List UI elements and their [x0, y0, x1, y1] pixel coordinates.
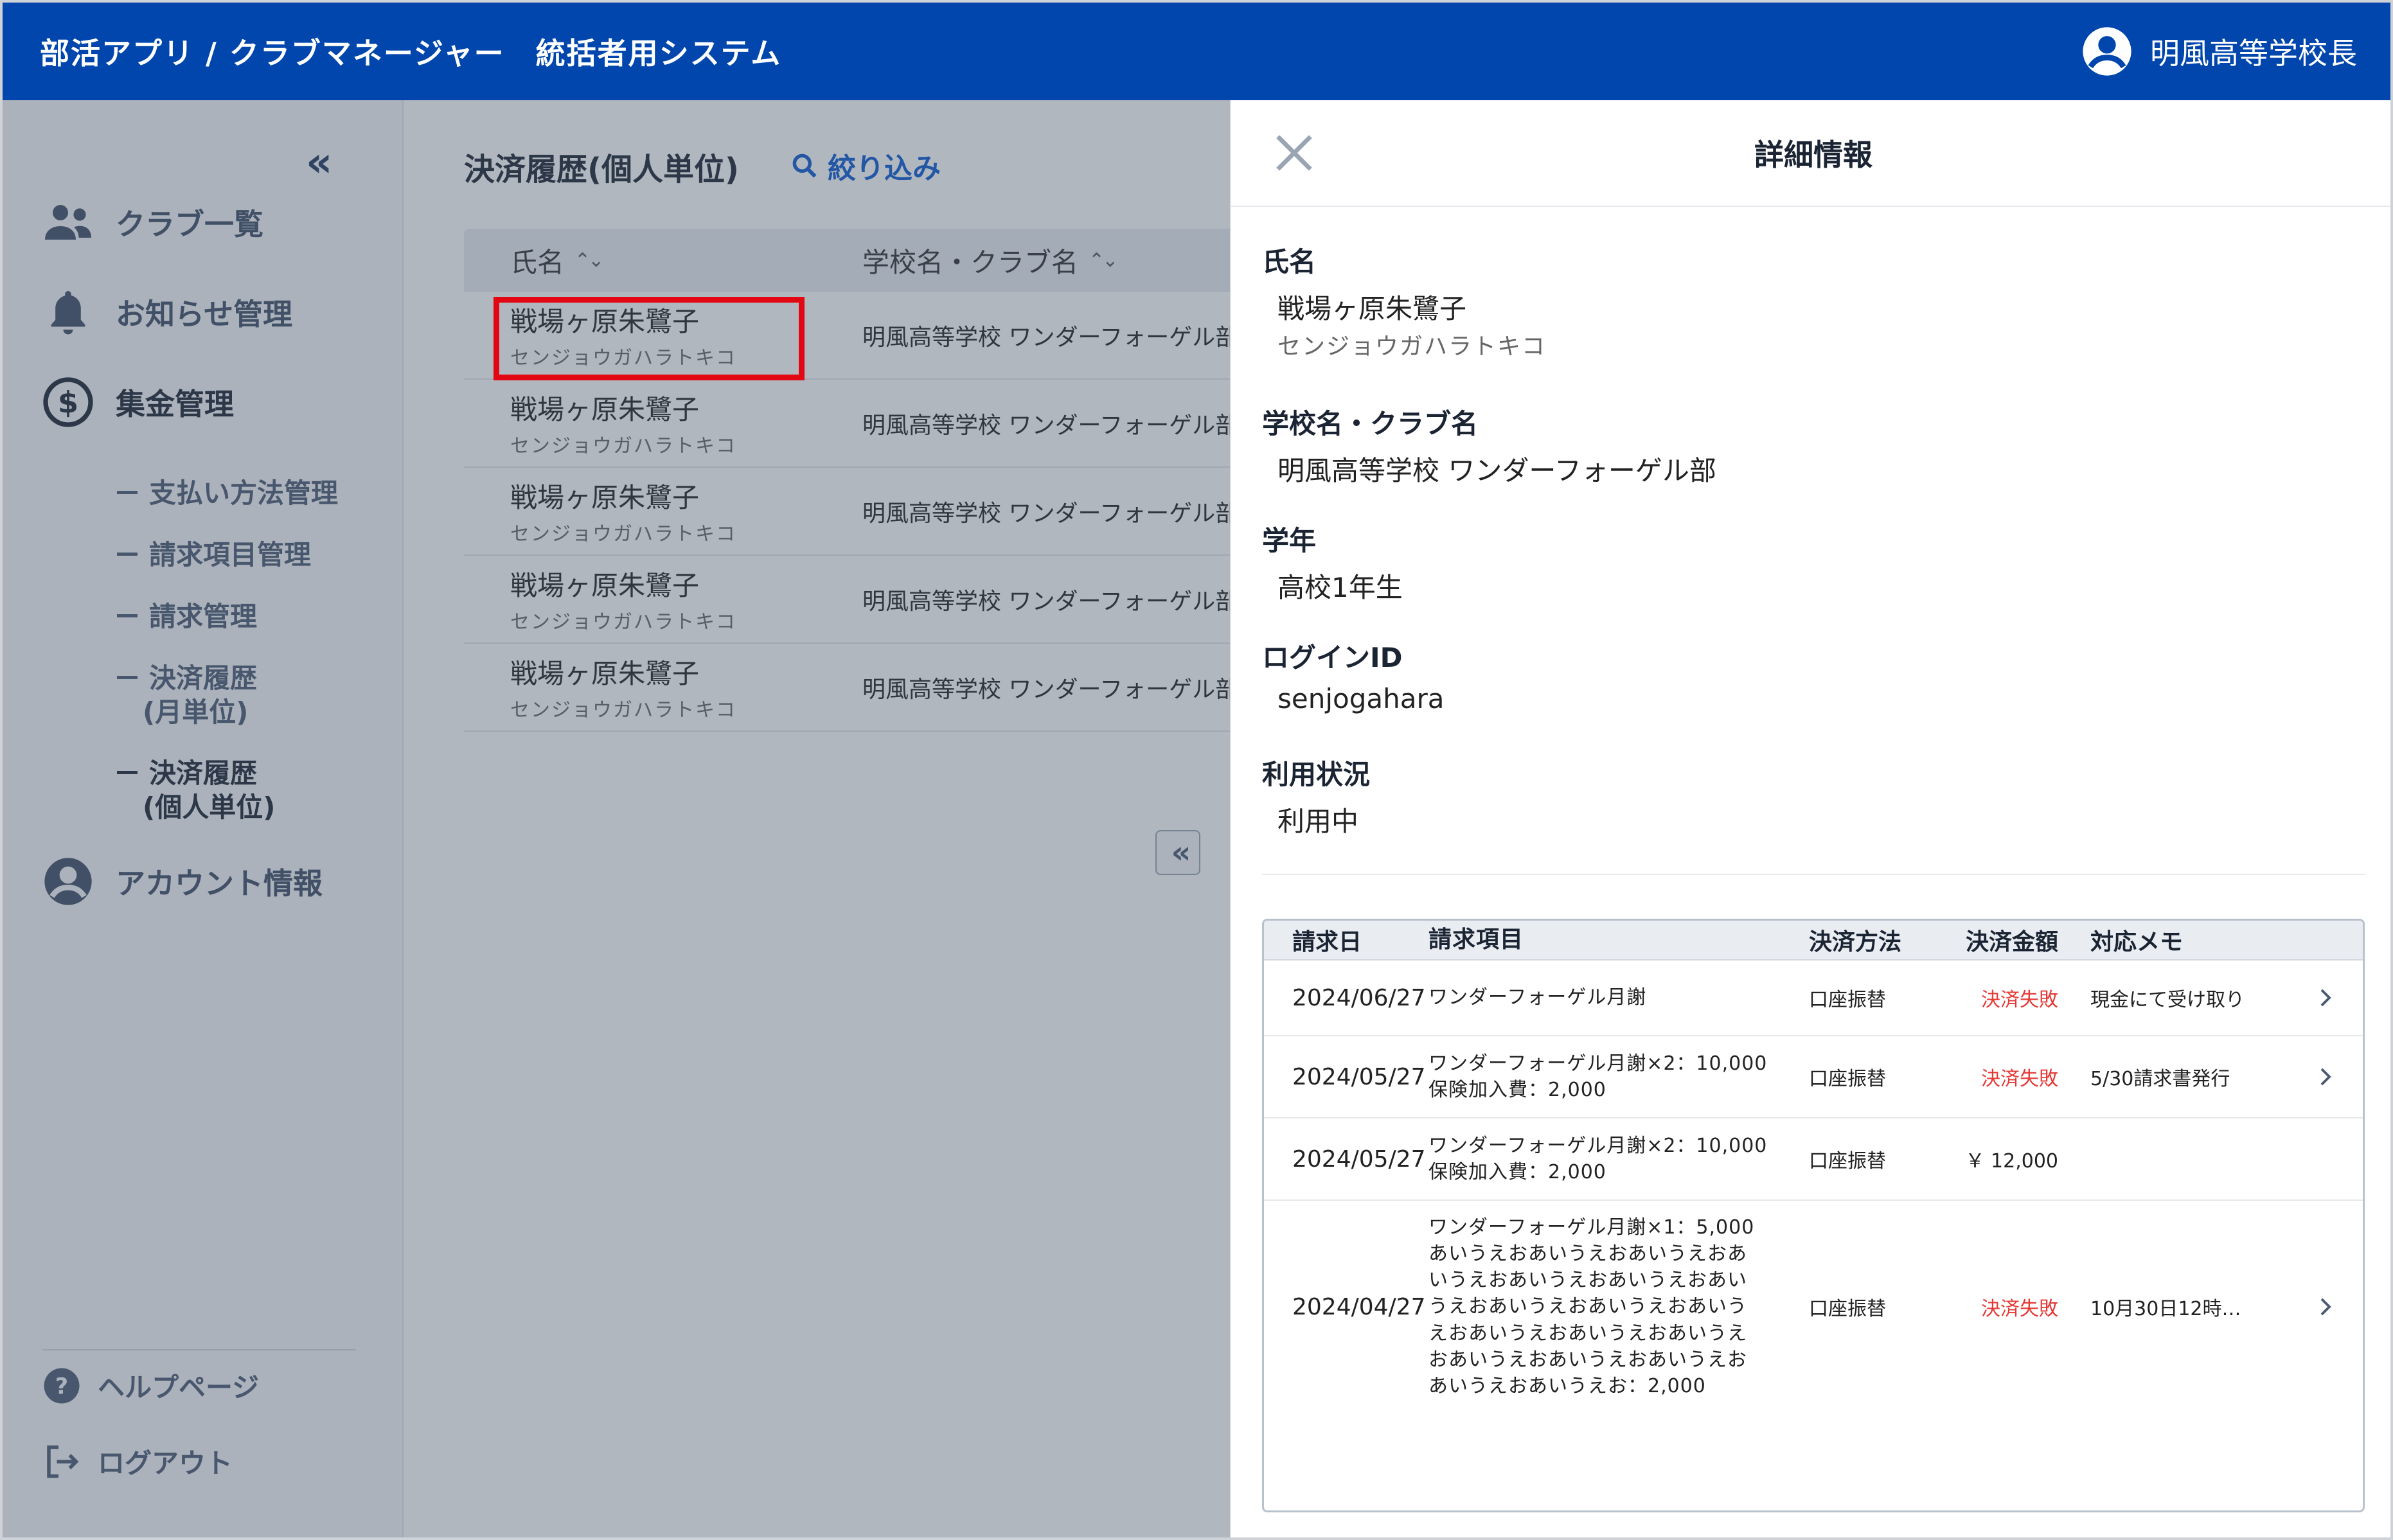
user-avatar-icon [2083, 27, 2131, 76]
app-title: 部活アプリ / クラブマネージャー 統括者用システム [40, 36, 782, 71]
payment-row[interactable]: 2024/05/27 ワンダーフォーゲル月謝×2：10,000 保険加入費：2,… [1264, 1036, 2363, 1119]
payment-row[interactable]: 2024/06/27 ワンダーフォーゲル月謝 口座振替 決済失敗 現金にて受け取… [1264, 960, 2363, 1036]
close-icon[interactable] [1270, 128, 1319, 177]
column-date: 請求日 [1292, 929, 1362, 955]
field-value: 利用中 [1277, 806, 1359, 837]
payment-method: 口座振替 [1809, 1068, 1886, 1090]
payment-item: ワンダーフォーゲル月謝×2：10,000 保険加入費：2,000 [1428, 1134, 1768, 1183]
detail-drawer: 詳細情報 氏名 戦場ヶ原朱鷺子 センジョウガハラトキコ 学校名・クラブ名 明風高… [1230, 100, 2390, 1537]
payment-date: 2024/04/27 [1292, 1293, 1426, 1320]
payment-method: 口座振替 [1809, 1298, 1886, 1320]
user-menu[interactable]: 明風高等学校長 [2081, 25, 2357, 78]
top-header: 部活アプリ / クラブマネージャー 統括者用システム 明風高等学校長 [3, 3, 2390, 100]
field-grade: 学年 高校1年生 [1262, 519, 1403, 605]
payment-amount: 決済失敗 [1981, 1298, 2058, 1320]
field-label: 学年 [1262, 525, 1317, 556]
payment-method: 口座振替 [1809, 1150, 1886, 1173]
payment-item: ワンダーフォーゲル月謝×1：5,000 あいうえおあいうえおあいうえおあ いうえ… [1428, 1216, 1755, 1397]
field-status: 利用状況 利用中 [1262, 753, 1370, 839]
payment-item: ワンダーフォーゲル月謝 [1428, 986, 1647, 1009]
column-amount: 決済金額 [1966, 929, 2059, 955]
field-label: ログインID [1262, 642, 1403, 673]
app-window: 部活アプリ / クラブマネージャー 統括者用システム 明風高等学校長 « クラブ… [0, 0, 2393, 1540]
payment-row[interactable]: 2024/05/27 ワンダーフォーゲル月謝×2：10,000 保険加入費：2,… [1264, 1119, 2363, 1201]
column-method: 決済方法 [1809, 929, 1902, 955]
payment-memo: 現金にて受け取り [2090, 989, 2245, 1011]
payment-memo: 10月30日12時… [2090, 1298, 2241, 1320]
field-value: 高校1年生 [1277, 572, 1403, 603]
column-item: 請求項目 [1428, 926, 1524, 953]
field-login-id: ログインID senjogahara [1262, 636, 1444, 714]
payment-method: 口座振替 [1809, 989, 1886, 1011]
payment-memo: 5/30請求書発行 [2090, 1068, 2230, 1090]
payment-table-header: 請求日 請求項目 決済方法 決済金額 対応メモ [1264, 921, 2363, 960]
field-value: senjogahara [1277, 683, 1445, 714]
field-label: 利用状況 [1262, 759, 1371, 790]
field-name: 氏名 戦場ヶ原朱鷺子 センジョウガハラトキコ [1262, 240, 1546, 361]
drawer-title: 詳細情報 [1754, 137, 1873, 172]
chevron-right-icon[interactable] [2314, 1065, 2337, 1088]
payment-amount: 決済失敗 [1981, 989, 2058, 1011]
payment-history-table: 請求日 請求項目 決済方法 決済金額 対応メモ 2024/06/27 ワンダーフ… [1262, 919, 2365, 1512]
field-kana: センジョウガハラトキコ [1277, 333, 1547, 360]
drawer-divider [1262, 874, 2365, 875]
field-label: 氏名 [1262, 246, 1317, 278]
payment-date: 2024/05/27 [1292, 1063, 1426, 1090]
field-value: 明風高等学校 ワンダーフォーゲル部 [1277, 455, 1716, 486]
user-name: 明風高等学校長 [2150, 36, 2357, 71]
modal-overlay[interactable] [3, 100, 1230, 1537]
payment-date: 2024/06/27 [1292, 984, 1426, 1011]
chevron-right-icon[interactable] [2314, 1295, 2337, 1318]
column-memo: 対応メモ [2090, 929, 2184, 955]
payment-amount: 決済失敗 [1981, 1068, 2058, 1090]
payment-item: ワンダーフォーゲル月謝×2：10,000 保険加入費：2,000 [1428, 1052, 1768, 1101]
chevron-right-icon[interactable] [2314, 986, 2337, 1009]
field-school: 学校名・クラブ名 明風高等学校 ワンダーフォーゲル部 [1262, 402, 1716, 488]
field-value: 戦場ヶ原朱鷺子 [1277, 293, 1467, 324]
payment-date: 2024/05/27 [1292, 1146, 1426, 1173]
field-label: 学校名・クラブ名 [1262, 408, 1479, 439]
payment-row[interactable]: 2024/04/27 ワンダーフォーゲル月謝×1：5,000 あいうえおあいうえ… [1264, 1201, 2363, 1413]
payment-amount: ￥ 12,000 [1965, 1150, 2058, 1173]
drawer-header: 詳細情報 [1231, 100, 2390, 207]
